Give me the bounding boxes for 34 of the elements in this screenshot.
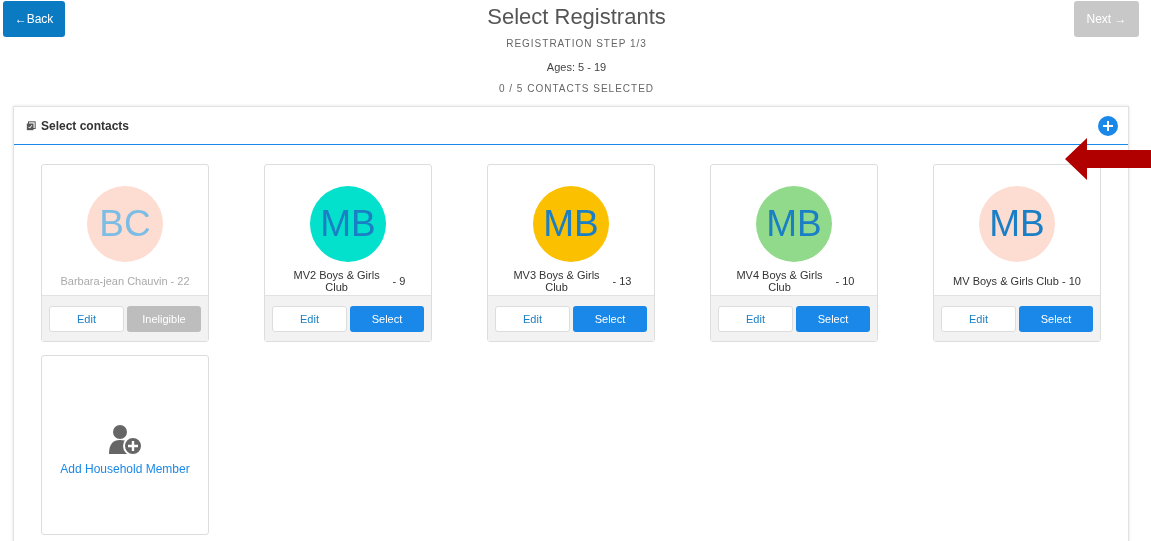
- selected-count: 0 / 5 CONTACTS SELECTED: [498, 83, 655, 94]
- add-person-icon: [107, 424, 143, 456]
- select-button[interactable]: Select: [1019, 305, 1093, 332]
- contact-name: Barbara-jean Chauvin - 22: [60, 275, 190, 287]
- contact-name: MV3 Boys & Girls Club: [512, 269, 601, 293]
- add-member-card[interactable]: Add Household Member: [41, 355, 209, 535]
- contact-age: - 10: [835, 275, 855, 287]
- add-member-label: Add Household Member: [60, 462, 190, 476]
- edit-button[interactable]: Edit: [495, 305, 570, 332]
- edit-button[interactable]: Edit: [941, 305, 1016, 332]
- contact-name: MV4 Boys & Girls Club: [735, 269, 824, 293]
- contact-name: MV2 Boys & Girls Club: [292, 269, 381, 293]
- avatar: MB: [310, 186, 386, 262]
- select-button[interactable]: Select: [796, 305, 870, 332]
- contacts-icon: [26, 120, 36, 131]
- edit-button[interactable]: Edit: [49, 305, 124, 332]
- pointer-arrow-icon: [1065, 138, 1151, 180]
- panel-title: Select contacts: [41, 118, 130, 133]
- ages-label: Ages: 5 - 19: [546, 61, 607, 73]
- avatar: BC: [87, 186, 163, 262]
- step-label: REGISTRATION STEP 1/3: [506, 38, 647, 49]
- contact-name: MV Boys & Girls Club - 10: [953, 275, 1081, 287]
- back-button[interactable]: ←Back: [3, 1, 65, 37]
- edit-button[interactable]: Edit: [718, 305, 793, 332]
- select-button[interactable]: Select: [350, 305, 424, 332]
- edit-button[interactable]: Edit: [272, 305, 347, 332]
- avatar: MB: [533, 186, 609, 262]
- contact-age: - 13: [612, 275, 632, 287]
- page-title: Select Registrants: [487, 4, 666, 30]
- avatar: MB: [979, 186, 1055, 262]
- contact-age: - 9: [392, 275, 406, 287]
- add-button[interactable]: [1098, 115, 1118, 136]
- avatar: MB: [756, 186, 832, 262]
- select-button[interactable]: Select: [573, 305, 647, 332]
